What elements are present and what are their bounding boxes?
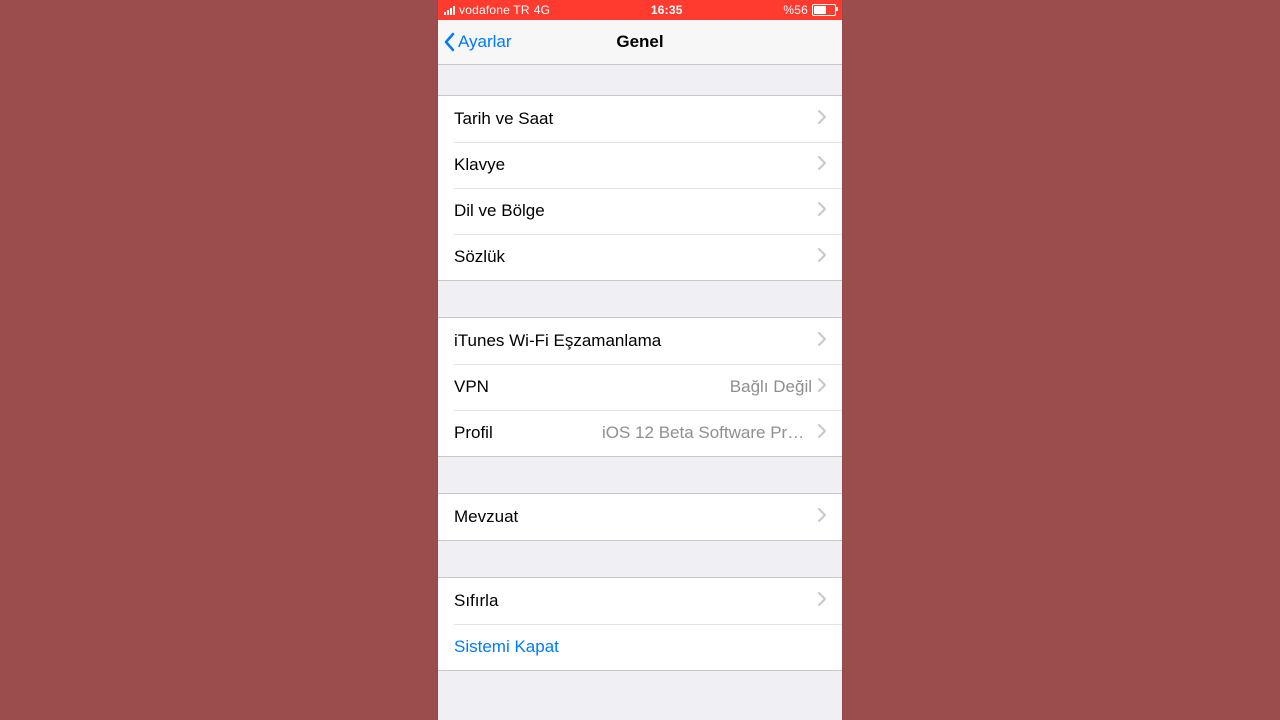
row-detail: iOS 12 Beta Software Profile <box>602 423 812 443</box>
row-vpn[interactable]: VPN Bağlı Değil <box>438 364 842 410</box>
phone-frame: vodafone TR 4G 16:35 %56 Ayarlar Genel T… <box>438 0 842 720</box>
chevron-right-icon <box>818 377 826 397</box>
row-label: Sıfırla <box>454 591 498 611</box>
group-spacer <box>438 671 842 711</box>
chevron-right-icon <box>818 591 826 611</box>
group-spacer <box>438 65 842 95</box>
row-detail: Bağlı Değil <box>730 377 812 397</box>
row-label: Klavye <box>454 155 505 175</box>
cell-group: Mevzuat <box>438 493 842 541</box>
chevron-right-icon <box>818 109 826 129</box>
row-keyboard[interactable]: Klavye <box>438 142 842 188</box>
battery-percent-label: %56 <box>783 3 808 17</box>
row-label: Sözlük <box>454 247 505 267</box>
group-spacer <box>438 281 842 317</box>
row-date-time[interactable]: Tarih ve Saat <box>438 96 842 142</box>
row-language-region[interactable]: Dil ve Bölge <box>438 188 842 234</box>
nav-bar: Ayarlar Genel <box>438 20 842 65</box>
battery-icon <box>812 4 836 16</box>
status-time: 16:35 <box>651 3 683 17</box>
row-regulatory[interactable]: Mevzuat <box>438 494 842 540</box>
cell-group: Sıfırla Sistemi Kapat <box>438 577 842 671</box>
row-label: Sistemi Kapat <box>454 637 559 657</box>
row-label: iTunes Wi-Fi Eşzamanlama <box>454 331 661 351</box>
chevron-left-icon <box>444 32 456 52</box>
status-left: vodafone TR 4G <box>444 3 550 17</box>
settings-content[interactable]: Tarih ve Saat Klavye Dil ve Bölge Sözlük iTu… <box>438 65 842 720</box>
status-bar: vodafone TR 4G 16:35 %56 <box>438 0 842 20</box>
row-profile[interactable]: Profil iOS 12 Beta Software Profile <box>438 410 842 456</box>
row-label: Dil ve Bölge <box>454 201 545 221</box>
cell-group: iTunes Wi-Fi Eşzamanlama VPN Bağlı Değil Pr… <box>438 317 842 457</box>
row-itunes-wifi-sync[interactable]: iTunes Wi-Fi Eşzamanlama <box>438 318 842 364</box>
group-spacer <box>438 541 842 577</box>
cell-group: Tarih ve Saat Klavye Dil ve Bölge Sözlük <box>438 95 842 281</box>
row-reset[interactable]: Sıfırla <box>438 578 842 624</box>
row-dictionary[interactable]: Sözlük <box>438 234 842 280</box>
row-label: Profil <box>454 423 493 443</box>
back-label: Ayarlar <box>458 32 512 52</box>
chevron-right-icon <box>818 423 826 443</box>
row-shutdown[interactable]: Sistemi Kapat <box>438 624 842 670</box>
row-label: VPN <box>454 377 489 397</box>
network-label: 4G <box>534 3 550 17</box>
carrier-label: vodafone TR <box>459 3 530 17</box>
group-spacer <box>438 457 842 493</box>
back-button[interactable]: Ayarlar <box>438 32 512 52</box>
chevron-right-icon <box>818 507 826 527</box>
chevron-right-icon <box>818 247 826 267</box>
chevron-right-icon <box>818 331 826 351</box>
row-label: Mevzuat <box>454 507 518 527</box>
row-label: Tarih ve Saat <box>454 109 553 129</box>
status-right: %56 <box>783 3 836 17</box>
chevron-right-icon <box>818 155 826 175</box>
signal-icon <box>444 5 455 15</box>
chevron-right-icon <box>818 201 826 221</box>
